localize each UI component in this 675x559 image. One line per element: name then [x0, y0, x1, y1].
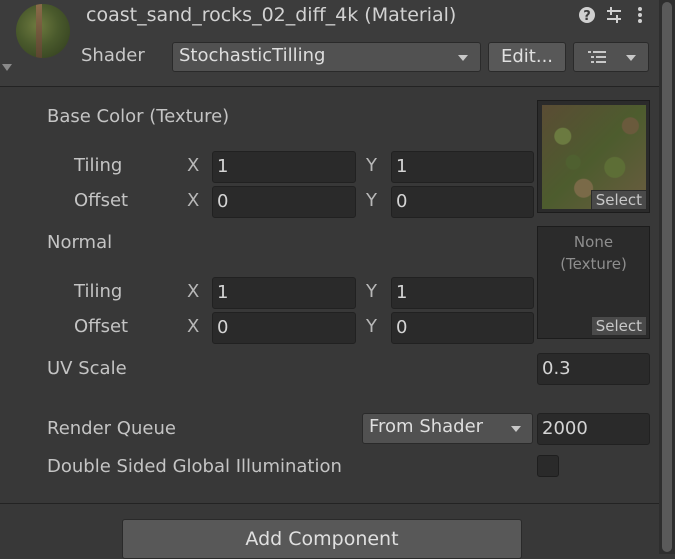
- base-offset-y-field[interactable]: 0: [391, 186, 534, 218]
- sliders-icon[interactable]: [605, 6, 623, 29]
- normal-label: Normal: [47, 232, 113, 253]
- render-queue-mode: From Shader: [369, 416, 484, 437]
- base-offset-x-field[interactable]: 0: [212, 186, 356, 218]
- base-tiling-x-field[interactable]: 1: [212, 151, 356, 183]
- none-texture-text: None (Texture): [538, 231, 649, 275]
- uv-scale-field[interactable]: 0.3: [537, 353, 650, 385]
- scrollbar-thumb[interactable]: [662, 2, 672, 552]
- help-icon[interactable]: ?: [578, 6, 596, 29]
- normal-tiling-y-field[interactable]: 1: [391, 277, 534, 309]
- material-title: coast_sand_rocks_02_diff_4k (Material): [86, 4, 457, 26]
- normal-offset-label: Offset: [74, 316, 129, 337]
- base-tiling-x-label: X: [187, 155, 200, 176]
- base-color-texture-slot[interactable]: Select: [537, 100, 650, 213]
- kebab-menu-icon[interactable]: [636, 6, 644, 29]
- normal-offset-x-field[interactable]: 0: [212, 312, 356, 344]
- shader-options-dropdown[interactable]: [573, 42, 649, 72]
- shader-value: StochasticTilling: [179, 45, 326, 66]
- shader-dropdown[interactable]: StochasticTilling: [172, 42, 481, 72]
- material-header: coast_sand_rocks_02_diff_4k (Material) ?…: [0, 0, 659, 87]
- add-component-button[interactable]: Add Component: [122, 519, 522, 559]
- base-tiling-y-field[interactable]: 1: [391, 151, 534, 183]
- expand-arrow-icon[interactable]: [2, 64, 12, 71]
- chevron-down-icon: [458, 55, 468, 61]
- normal-offset-x-label: X: [187, 316, 200, 337]
- scrollbar[interactable]: [659, 0, 675, 554]
- base-tiling-label: Tiling: [74, 155, 123, 176]
- render-queue-dropdown[interactable]: From Shader: [362, 413, 533, 444]
- double-sided-gi-label: Double Sided Global Illumination: [47, 456, 342, 477]
- none-line2: (Texture): [560, 255, 627, 273]
- normal-tiling-label: Tiling: [74, 281, 123, 302]
- none-line1: None: [573, 233, 614, 251]
- base-color-select-button[interactable]: Select: [590, 190, 647, 210]
- normal-offset-y-label: Y: [366, 316, 377, 337]
- render-queue-value-field[interactable]: 2000: [537, 413, 650, 445]
- edit-shader-button[interactable]: Edit...: [488, 42, 566, 72]
- uv-scale-label: UV Scale: [47, 358, 127, 379]
- shader-label: Shader: [81, 45, 145, 66]
- material-preview-thumbnail[interactable]: [16, 4, 70, 58]
- divider: [0, 503, 659, 504]
- normal-tiling-x-field[interactable]: 1: [212, 277, 356, 309]
- base-offset-label: Offset: [74, 190, 129, 211]
- normal-offset-y-field[interactable]: 0: [391, 312, 534, 344]
- base-offset-y-label: Y: [366, 190, 377, 211]
- list-icon: [588, 51, 606, 63]
- normal-tiling-x-label: X: [187, 281, 200, 302]
- normal-texture-slot[interactable]: None (Texture) Select: [537, 226, 650, 339]
- normal-tiling-y-label: Y: [366, 281, 377, 302]
- base-tiling-y-label: Y: [366, 155, 377, 176]
- svg-text:?: ?: [583, 9, 591, 24]
- base-color-label: Base Color (Texture): [47, 106, 230, 127]
- normal-select-button[interactable]: Select: [590, 316, 647, 336]
- chevron-down-icon: [626, 55, 636, 61]
- chevron-down-icon: [511, 426, 521, 432]
- render-queue-label: Render Queue: [47, 418, 176, 439]
- base-offset-x-label: X: [187, 190, 200, 211]
- double-sided-gi-checkbox[interactable]: [537, 455, 559, 477]
